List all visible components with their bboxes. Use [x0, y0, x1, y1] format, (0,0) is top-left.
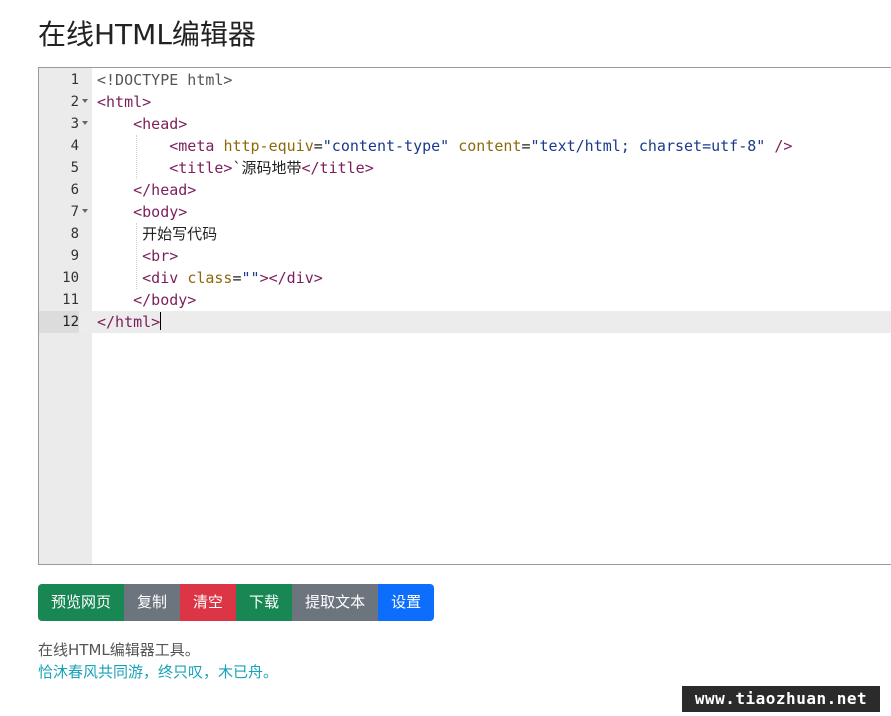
code-text: 开始写代码 [97, 223, 217, 245]
code-token: <!DOCTYPE html> [97, 71, 233, 89]
code-token: "content-type" [322, 137, 450, 155]
code-token: http-equiv [223, 137, 314, 155]
fold-toggle-icon[interactable] [82, 99, 88, 103]
code-text: <br> [97, 245, 178, 267]
indent-guide [136, 135, 137, 179]
code-token: `源码地带 [232, 159, 302, 177]
code-token: content [458, 137, 522, 155]
code-token: <div [142, 269, 188, 287]
line-number: 1 [70, 72, 79, 88]
code-text: <meta http-equiv="content-type" content=… [97, 135, 792, 157]
line-number: 4 [70, 138, 79, 154]
code-line[interactable]: 1 <!DOCTYPE html> [39, 69, 891, 91]
line-number: 6 [70, 182, 79, 198]
fold-toggle-icon[interactable] [82, 121, 88, 125]
code-token: </html> [97, 313, 161, 331]
code-line[interactable]: 10 <div class=""></div> [39, 267, 891, 289]
site-watermark: www.tiaozhuan.net [682, 686, 880, 712]
line-number: 3 [70, 116, 79, 132]
settings-button[interactable]: 设置 [378, 584, 435, 621]
code-token: 开始写代码 [97, 225, 218, 243]
code-line[interactable]: 9 <br> [39, 245, 891, 267]
line-number: 2 [70, 94, 79, 110]
line-number: 8 [70, 226, 79, 242]
indent-guide [136, 223, 137, 289]
copy-button[interactable]: 复制 [124, 584, 181, 621]
code-text: <div class=""></div> [97, 267, 323, 289]
extract-text-button[interactable]: 提取文本 [292, 584, 379, 621]
code-token: = [232, 269, 242, 287]
fold-toggle-icon[interactable] [82, 209, 88, 213]
code-text: </body> [97, 289, 196, 311]
quote-link[interactable]: 恰沐春风共同游，终只叹，木已舟。 [38, 661, 278, 683]
code-token: "text/html; charset=utf-8" [530, 137, 766, 155]
download-button[interactable]: 下载 [236, 584, 293, 621]
code-token: = [521, 137, 531, 155]
preview-button[interactable]: 预览网页 [38, 584, 125, 621]
code-token: "" [241, 269, 260, 287]
code-token: /> [774, 137, 793, 155]
code-line[interactable]: 6 </head> [39, 179, 891, 201]
code-token: <head> [133, 115, 188, 133]
toolbar: 预览网页 复制 清空 下载 提取文本 设置 [38, 584, 435, 621]
code-token: </title> [301, 159, 374, 177]
code-text: </html> [97, 311, 162, 333]
code-text: <head> [97, 113, 187, 135]
code-token: </head> [133, 181, 197, 199]
code-line[interactable]: 4 <meta http-equiv="content-type" conten… [39, 135, 891, 157]
code-line[interactable]: 3 <head> [39, 113, 891, 135]
code-line[interactable]: 11 </body> [39, 289, 891, 311]
code-text: <title>`源码地带</title> [97, 157, 374, 179]
clear-button[interactable]: 清空 [180, 584, 237, 621]
code-token: <meta [169, 137, 224, 155]
code-line[interactable]: 7 <body> [39, 201, 891, 223]
code-text: <!DOCTYPE html> [97, 69, 232, 91]
code-line[interactable]: 12 </html> [39, 311, 891, 333]
code-token: <title> [169, 159, 233, 177]
text-cursor [160, 312, 162, 330]
code-text: <body> [97, 201, 187, 223]
line-number: 10 [62, 270, 79, 286]
code-token: <body> [133, 203, 188, 221]
code-line[interactable]: 2 <html> [39, 91, 891, 113]
code-text: </head> [97, 179, 196, 201]
code-token: class [187, 269, 233, 287]
tool-description: 在线HTML编辑器工具。 [38, 641, 200, 659]
code-text: <html> [97, 91, 151, 113]
code-line[interactable]: 8 开始写代码 [39, 223, 891, 245]
code-token: ></div> [259, 269, 323, 287]
code-token: = [313, 137, 323, 155]
code-token: <html> [97, 93, 152, 111]
code-editor[interactable]: 1 <!DOCTYPE html> 2 <html> 3 <head> 4 <meta h… [38, 67, 891, 565]
line-number: 9 [70, 248, 79, 264]
line-number: 7 [70, 204, 79, 220]
line-number: 5 [70, 160, 79, 176]
line-number: 11 [62, 292, 79, 308]
line-number: 12 [39, 311, 79, 333]
code-line[interactable]: 5 <title>`源码地带</title> [39, 157, 891, 179]
code-token: <br> [142, 247, 179, 265]
code-area[interactable]: 1 <!DOCTYPE html> 2 <html> 3 <head> 4 <meta h… [39, 68, 891, 564]
page-title: 在线HTML编辑器 [38, 18, 256, 51]
code-token: </body> [133, 291, 197, 309]
